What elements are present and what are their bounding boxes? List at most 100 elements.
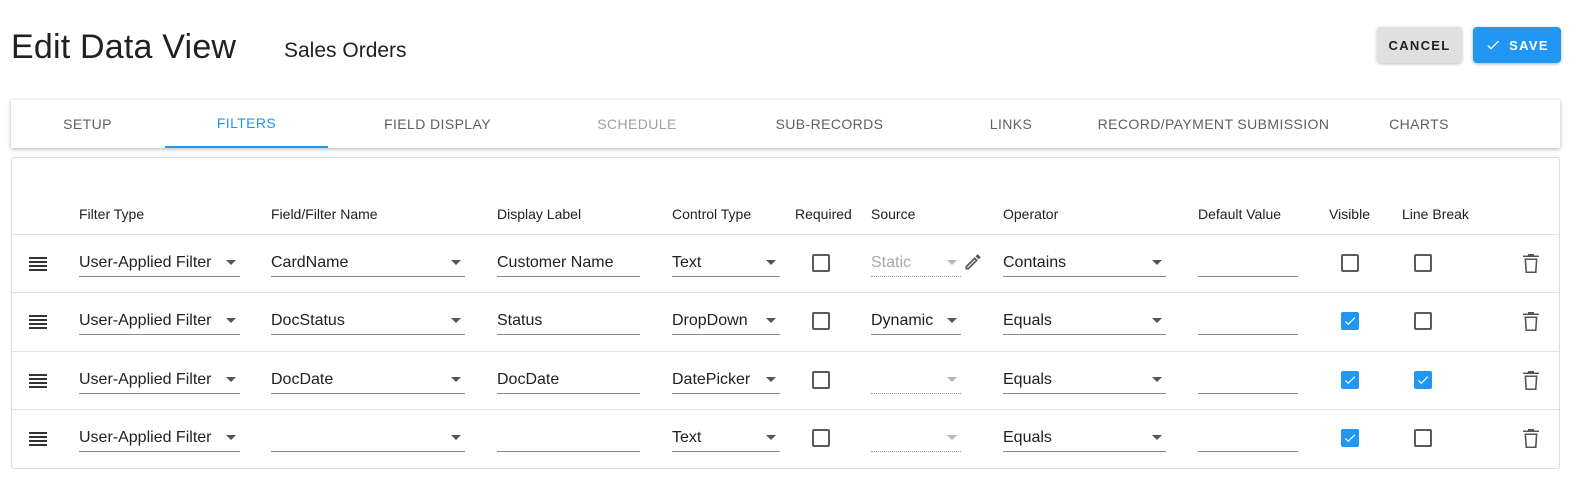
filter-type-select[interactable]: User-Applied Filter [79,249,240,277]
control-type-select[interactable]: Text [672,249,780,277]
display-label-input[interactable]: DocDate [497,366,640,394]
operator-select-value: Equals [1003,428,1052,446]
display-label-input[interactable]: Customer Name [497,249,640,277]
caret-down-icon [766,260,776,265]
column-header-filter-type: Filter Type [79,206,145,222]
column-header-display-label: Display Label [497,206,582,222]
field-name-select[interactable] [271,424,465,452]
required-checkbox[interactable] [812,371,830,389]
check-icon [1487,40,1500,50]
caret-down-icon [947,377,957,382]
line-break-checkbox[interactable] [1414,371,1432,389]
caret-down-icon [451,318,461,323]
control-type-select-value: Text [672,253,702,271]
tab-record-payment-submission[interactable]: RECORD/PAYMENT SUBMISSION [1096,100,1331,148]
tab-charts[interactable]: CHARTS [1341,100,1497,148]
line-break-checkbox[interactable] [1414,312,1432,330]
drag-handle-icon[interactable] [29,432,47,446]
caret-down-icon [451,377,461,382]
operator-select[interactable]: Equals [1003,424,1166,452]
tab-links-label: LINKS [989,116,1033,132]
display-label-input-value: DocDate [497,370,560,388]
trash-icon[interactable] [1523,254,1539,273]
page-title: Edit Data View [11,28,237,66]
line-break-checkbox[interactable] [1414,254,1432,272]
default-value-input[interactable] [1198,366,1298,394]
checkmark-icon [1344,317,1356,326]
visible-checkbox[interactable] [1341,254,1359,272]
row-divider [12,292,1559,293]
drag-handle-icon[interactable] [29,257,47,271]
visible-checkbox[interactable] [1341,312,1359,330]
field-name-select[interactable]: DocStatus [271,307,465,335]
tab-charts-label: CHARTS [1389,116,1449,132]
filter-type-select[interactable]: User-Applied Filter [79,366,240,394]
tab-record-payment-submission-label: RECORD/PAYMENT SUBMISSION [1097,116,1330,132]
field-name-select[interactable]: DocDate [271,366,465,394]
default-value-input[interactable] [1198,307,1298,335]
cancel-button[interactable]: CANCEL [1377,27,1462,63]
operator-select[interactable]: Contains [1003,249,1166,277]
filters-panel [11,157,1560,469]
control-type-select[interactable]: DropDown [672,307,780,335]
filter-type-select[interactable]: User-Applied Filter [79,307,240,335]
line-break-checkbox[interactable] [1414,429,1432,447]
trash-icon[interactable] [1523,429,1539,448]
control-type-select[interactable]: DatePicker [672,366,780,394]
tab-setup[interactable]: SETUP [11,100,164,148]
save-button[interactable]: SAVE [1473,27,1561,63]
drag-handle-icon[interactable] [29,315,47,329]
tab-links[interactable]: LINKS [926,100,1096,148]
visible-checkbox[interactable] [1341,429,1359,447]
trash-icon[interactable] [1523,312,1539,331]
default-value-input[interactable] [1198,249,1298,277]
operator-select[interactable]: Equals [1003,366,1166,394]
caret-down-icon [226,377,236,382]
required-checkbox[interactable] [812,254,830,272]
column-header-field-name: Field/Filter Name [271,206,378,222]
field-name-select-value: CardName [271,253,349,271]
column-header-source: Source [871,206,916,222]
tab-setup-label: SETUP [63,116,112,132]
control-type-select[interactable]: Text [672,424,780,452]
checkmark-icon [1344,376,1356,385]
column-header-default-value: Default Value [1198,206,1282,222]
column-header-operator: Operator [1003,206,1059,222]
row-divider [12,351,1559,352]
drag-handle-icon[interactable] [29,374,47,388]
tab-filters[interactable]: FILTERS [165,100,328,148]
control-type-select-value: DatePicker [672,370,751,388]
source-select[interactable]: Dynamic [871,307,961,335]
pencil-icon[interactable] [963,252,983,272]
required-checkbox[interactable] [812,312,830,330]
source-select [871,366,961,394]
page-subtitle: Sales Orders [284,39,407,62]
caret-down-icon [766,377,776,382]
trash-icon[interactable] [1523,371,1539,390]
field-name-select-value: DocDate [271,370,334,388]
field-name-select[interactable]: CardName [271,249,465,277]
default-value-input[interactable] [1198,424,1298,452]
caret-down-icon [451,260,461,265]
tab-sub-records[interactable]: SUB-RECORDS [733,100,926,148]
caret-down-icon [766,318,776,323]
filter-type-select-value: User-Applied Filter [79,370,212,388]
caret-down-icon [226,435,236,440]
checkmark-icon [1344,434,1356,443]
tab-schedule-label: SCHEDULE [597,116,677,132]
filter-type-select-value: User-Applied Filter [79,311,212,329]
filter-type-select[interactable]: User-Applied Filter [79,424,240,452]
operator-select[interactable]: Equals [1003,307,1166,335]
visible-checkbox[interactable] [1341,371,1359,389]
display-label-input[interactable]: Status [497,307,640,335]
filter-type-select-value: User-Applied Filter [79,428,212,446]
operator-select-value: Contains [1003,253,1067,271]
required-checkbox[interactable] [812,429,830,447]
column-header-line-break: Line Break [1402,206,1469,222]
source-select [871,424,961,452]
caret-down-icon [947,318,957,323]
display-label-input-value: Customer Name [497,253,614,271]
operator-select-value: Equals [1003,370,1052,388]
tab-field-display[interactable]: FIELD DISPLAY [341,100,534,148]
display-label-input[interactable] [497,424,640,452]
